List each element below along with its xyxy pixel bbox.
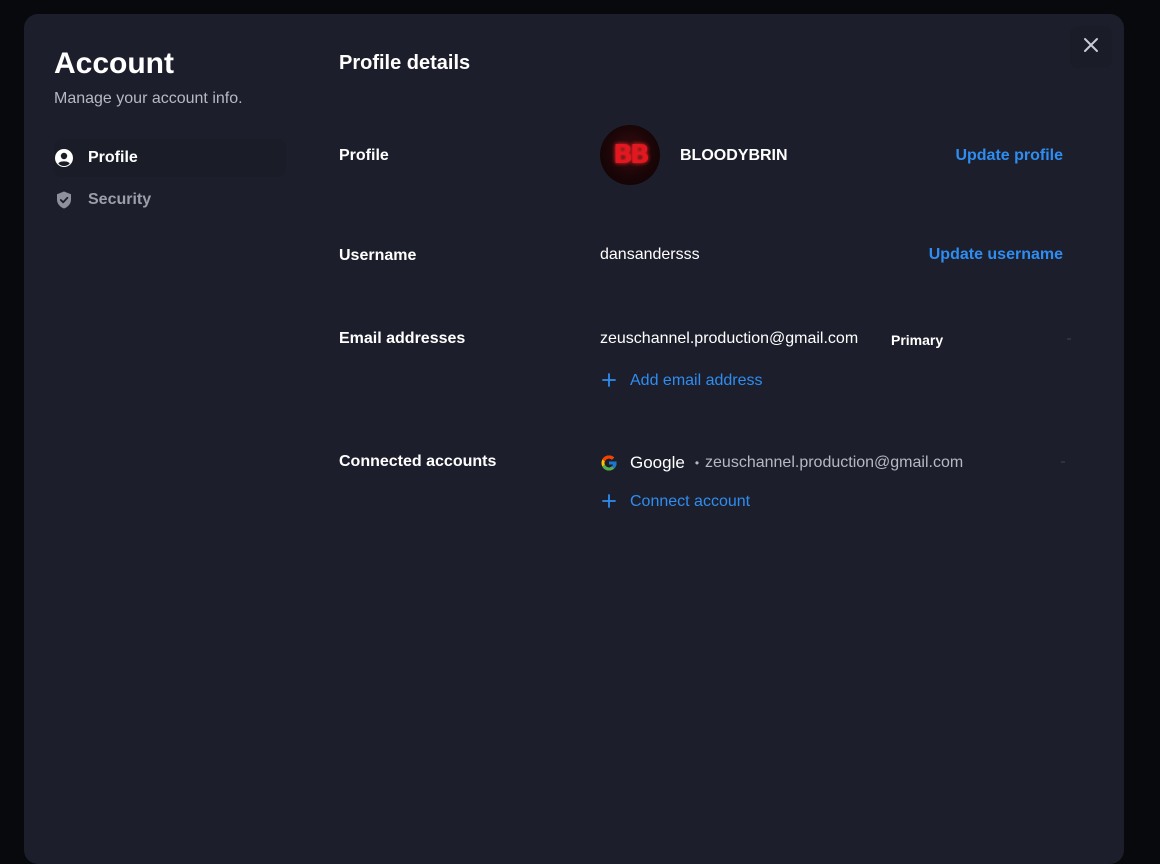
update-profile-link[interactable]: Update profile <box>955 147 1063 165</box>
plus-icon <box>600 493 618 511</box>
sidebar-item-label: Security <box>88 191 152 208</box>
sidebar-item-profile[interactable]: Profile <box>54 139 286 177</box>
username-row-label: Username <box>339 247 417 264</box>
primary-badge: Primary <box>891 332 944 348</box>
sidebar-item-security[interactable]: Security <box>54 181 286 219</box>
connected-accounts-row-label: Connected accounts <box>339 453 497 470</box>
avatar[interactable]: BB <box>600 125 660 185</box>
provider-name: Google <box>630 453 685 472</box>
plus-icon <box>600 372 618 390</box>
profile-name: BLOODYBRIN <box>680 147 788 164</box>
add-email-button[interactable]: Add email address <box>600 372 763 390</box>
email-value: zeuschannel.production@gmail.com <box>600 330 859 347</box>
avatar-initials: BB <box>613 140 650 170</box>
connected-account-menu-button[interactable] <box>1061 461 1065 463</box>
user-circle-icon <box>54 148 74 168</box>
connect-account-button[interactable]: Connect account <box>600 493 750 511</box>
shield-check-icon <box>54 190 74 210</box>
separator-dot: • <box>694 456 700 470</box>
sidebar: Account Manage your account info. Profil… <box>54 48 294 219</box>
page-title: Profile details <box>339 52 471 74</box>
sidebar-title: Account <box>54 47 174 80</box>
sidebar-subtitle: Manage your account info. <box>54 90 243 107</box>
sidebar-item-label: Profile <box>88 149 138 166</box>
sidebar-nav: Profile Security <box>54 139 294 219</box>
profile-details-panel: Profile details Profile BB BLOODYBRIN Up… <box>339 14 1079 864</box>
email-menu-button[interactable] <box>1067 338 1071 340</box>
connect-account-label: Connect account <box>630 493 751 510</box>
google-icon <box>600 454 618 472</box>
connected-account-google: Google • zeuschannel.production@gmail.co… <box>600 453 963 473</box>
close-icon <box>1083 37 1099 58</box>
update-username-link[interactable]: Update username <box>929 246 1063 264</box>
username-value: dansandersss <box>600 246 700 263</box>
profile-row-label: Profile <box>339 147 389 164</box>
account-modal: Account Manage your account info. Profil… <box>24 14 1124 864</box>
email-row-label: Email addresses <box>339 330 466 347</box>
add-email-label: Add email address <box>630 372 763 389</box>
connected-account-email: zeuschannel.production@gmail.com <box>705 454 964 471</box>
